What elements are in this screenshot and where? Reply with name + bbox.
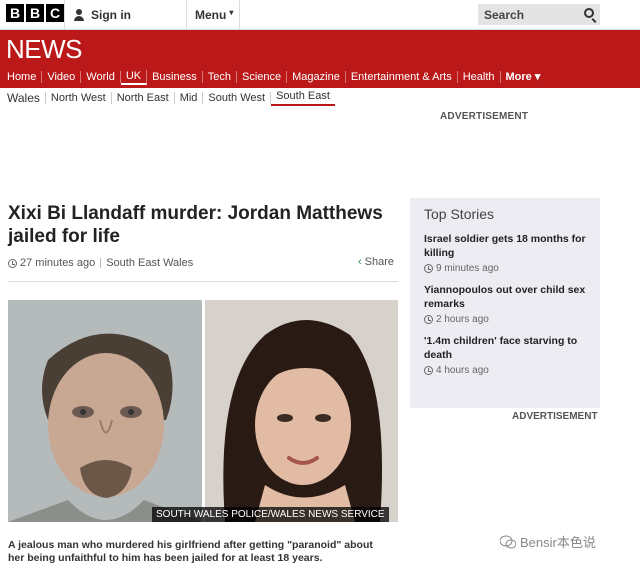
top-stories-title: Top Stories <box>424 206 495 222</box>
subnav-item-north-east[interactable]: North East <box>112 92 175 104</box>
clock-icon <box>424 264 433 273</box>
chevron-down-icon: ▾ <box>531 71 541 83</box>
nav-item-science[interactable]: Science <box>237 71 288 83</box>
nav-item-business[interactable]: Business <box>147 71 203 83</box>
top-story-item[interactable]: Israel soldier gets 18 months for killin… <box>424 232 586 274</box>
article-intro: A jealous man who murdered his girlfrien… <box>8 539 373 564</box>
nav-item-tech[interactable]: Tech <box>203 71 237 83</box>
nav-item-uk[interactable]: UK <box>120 69 148 85</box>
photo-caption: SOUTH WALES POLICE/WALES NEWS SERVICE <box>152 507 389 522</box>
user-icon <box>73 9 85 21</box>
story-time-text: 9 minutes ago <box>436 263 499 274</box>
mugshot-illustration <box>8 300 202 522</box>
share-icon: ‹ <box>357 256 362 268</box>
portrait-illustration <box>205 300 398 522</box>
search-input[interactable]: Search <box>478 4 600 25</box>
nav-item-world[interactable]: World <box>81 71 121 83</box>
logo-letter: C <box>46 4 64 22</box>
sub-nav: Wales North West North East Mid South We… <box>0 88 335 108</box>
share-label: Share <box>364 256 394 268</box>
top-story-item[interactable]: '1.4m children' face starving to death 4… <box>424 334 586 376</box>
story-time-text: 4 hours ago <box>436 365 489 376</box>
menu-label: Menu <box>195 8 227 22</box>
news-logo[interactable]: NEWS <box>6 34 83 65</box>
main-nav: Home Video World UK Business Tech Scienc… <box>0 66 545 88</box>
nav-item-magazine[interactable]: Magazine <box>287 71 346 83</box>
logo-letter: B <box>26 4 44 22</box>
masthead: NEWS Home Video World UK Business Tech S… <box>0 30 640 88</box>
bbc-logo[interactable]: B B C <box>6 4 64 22</box>
nav-item-home[interactable]: Home <box>2 71 43 83</box>
search-icon[interactable] <box>584 8 594 18</box>
subnav-item-south-west[interactable]: South West <box>203 92 272 104</box>
photo-victim <box>205 300 398 522</box>
watermark-text: Bensir本色说 <box>520 535 596 550</box>
article-meta: 27 minutes ago South East Wales ‹ Share <box>8 256 398 270</box>
clock-icon <box>424 366 433 375</box>
story-time: 4 hours ago <box>424 365 586 376</box>
story-time: 2 hours ago <box>424 314 586 325</box>
story-title[interactable]: Israel soldier gets 18 months for killin… <box>424 232 586 260</box>
article-section-link[interactable]: South East Wales <box>106 257 193 269</box>
story-title[interactable]: '1.4m children' face starving to death <box>424 334 586 362</box>
chevron-down-icon: ▾ <box>229 7 234 17</box>
subnav-item-wales[interactable]: Wales <box>2 92 46 104</box>
logo-letter: B <box>6 4 24 22</box>
search-placeholder: Search <box>484 7 525 22</box>
signin-button[interactable]: Sign in <box>64 0 186 30</box>
share-button[interactable]: ‹ Share <box>358 256 394 268</box>
subnav-item-north-west[interactable]: North West <box>46 92 112 104</box>
watermark: Bensir本色说 <box>500 532 596 551</box>
clock-icon <box>424 315 433 324</box>
nav-more-label: More <box>505 71 532 83</box>
photo-suspect <box>8 300 202 522</box>
nav-item-entertainment[interactable]: Entertainment & Arts <box>346 71 458 83</box>
signin-label: Sign in <box>91 8 131 22</box>
meta-divider-line <box>8 281 398 282</box>
article-time: 27 minutes ago <box>20 257 96 269</box>
nav-item-health[interactable]: Health <box>458 71 501 83</box>
nav-item-video[interactable]: Video <box>42 71 82 83</box>
article-headline: Xixi Bi Llandaff murder: Jordan Matthews… <box>8 203 383 247</box>
top-stories-panel: Top Stories Israel soldier gets 18 month… <box>410 198 600 408</box>
sidebar-advertisement-label: ADVERTISEMENT <box>512 411 598 422</box>
clock-icon <box>8 258 17 268</box>
advertisement-label: ADVERTISEMENT <box>440 111 529 122</box>
story-time-text: 2 hours ago <box>436 314 489 325</box>
story-title[interactable]: Yiannopoulos out over child sex remarks <box>424 283 586 311</box>
subnav-item-mid[interactable]: Mid <box>175 92 204 104</box>
meta-divider <box>100 258 102 268</box>
wechat-icon <box>500 535 516 548</box>
top-bar: B B C Sign in Menu ▾ Search <box>0 0 640 30</box>
nav-item-more[interactable]: More ▾ <box>501 71 546 83</box>
subnav-item-south-east[interactable]: South East <box>271 90 335 106</box>
menu-button[interactable]: Menu ▾ <box>186 0 240 30</box>
story-time: 9 minutes ago <box>424 263 586 274</box>
top-story-item[interactable]: Yiannopoulos out over child sex remarks … <box>424 283 586 325</box>
